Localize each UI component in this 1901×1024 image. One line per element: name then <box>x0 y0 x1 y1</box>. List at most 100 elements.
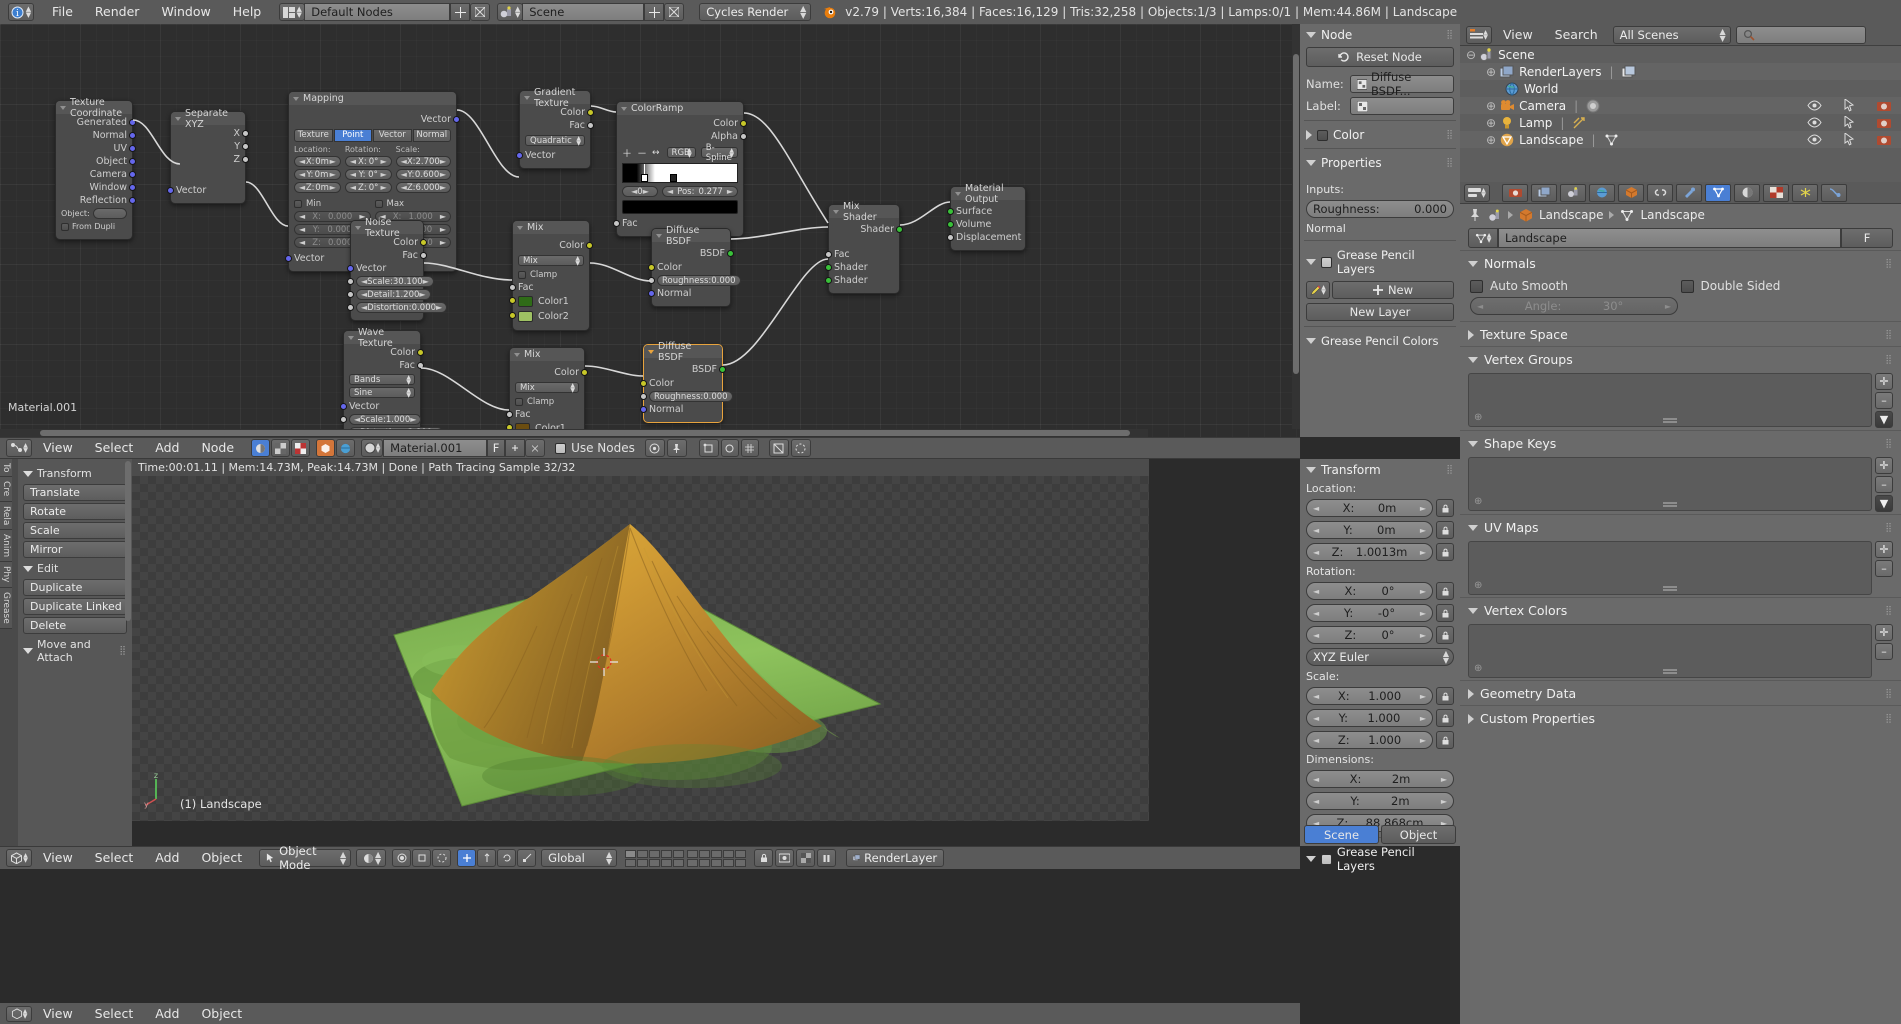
breadcrumb-data-label[interactable]: Landscape <box>1640 208 1704 222</box>
node-header[interactable]: ColorRamp <box>617 102 743 115</box>
lamp-data-icon[interactable] <box>1572 116 1587 130</box>
add-stop-icon[interactable]: ＋ <box>622 145 632 160</box>
scene-datablock-icon[interactable]: ▲ ▼ <box>497 3 524 21</box>
gp-new-button[interactable]: New <box>1332 281 1454 299</box>
expand-plus-icon[interactable]: ⊕ <box>1486 99 1496 113</box>
blend-mode-dropdown[interactable]: Mix ▲ ▼ <box>518 255 584 266</box>
scale-z-field[interactable]: ◄ Z: 1.000 ► <box>1306 731 1433 749</box>
add-uv-map-button[interactable]: ✛ <box>1875 541 1893 558</box>
render-layer-dropdown[interactable]: RenderLayer <box>846 849 945 867</box>
material-datablock-icon[interactable]: ▲ ▼ <box>361 439 384 457</box>
gp-layers-checkbox[interactable] <box>1321 853 1332 865</box>
duplicate-button[interactable]: Duplicate <box>23 579 127 596</box>
new-layout-button[interactable] <box>450 3 471 21</box>
lock-rotation-x-icon[interactable] <box>1436 582 1454 600</box>
tab-point[interactable]: Point <box>333 129 372 142</box>
object-shading-icon[interactable] <box>316 439 336 457</box>
manipulator-rotate-icon[interactable] <box>497 849 517 867</box>
bottom-menu-add[interactable]: Add <box>144 1003 190 1024</box>
unlink-material-button[interactable] <box>525 439 546 457</box>
lock-rotation-y-icon[interactable] <box>1436 604 1454 622</box>
tab-texture[interactable] <box>1763 183 1789 202</box>
uv-maps-section-header[interactable]: UV Maps ⣿ <box>1460 514 1901 539</box>
socket-surface-in[interactable] <box>947 208 954 215</box>
lock-view-icon[interactable] <box>754 849 774 867</box>
outliner-search-field[interactable] <box>1735 25 1866 44</box>
detail-field[interactable]: ◄ Detail: 1.200 ► <box>356 289 431 300</box>
outliner-row-renderlayers[interactable]: ⊕ RenderLayers | <box>1460 63 1901 80</box>
mapping-type-tabs[interactable]: Texture Point Vector Normal <box>294 129 451 142</box>
node-material-output[interactable]: Material Output Surface Volume Displacem… <box>947 183 1026 251</box>
flip-ramp-icon[interactable]: ↔ <box>652 148 660 158</box>
node-editor-canvas[interactable]: Texture Coordinate Generated Normal UV O… <box>0 24 1300 437</box>
remove-vertex-color-button[interactable]: – <box>1875 643 1893 660</box>
location-x-field[interactable]: ◄ X: 0m ► <box>1306 499 1433 517</box>
collapse-triangle-icon[interactable] <box>175 116 181 121</box>
collapse-triangle-icon[interactable] <box>833 209 839 214</box>
collapse-triangle-icon[interactable] <box>517 225 523 230</box>
expand-list-icon[interactable]: ⊕ <box>1474 496 1482 507</box>
collapse-triangle-icon[interactable] <box>1468 713 1474 724</box>
location-z-field[interactable]: ◄ Z: 1.0013m ► <box>1306 543 1433 561</box>
menu-render[interactable]: Render <box>84 0 151 24</box>
shader-type-icon[interactable] <box>251 439 271 457</box>
socket-fac-out[interactable] <box>587 122 594 129</box>
expand-plus-icon[interactable]: ⊕ <box>1486 65 1496 79</box>
visibility-eye-icon[interactable] <box>1807 100 1822 111</box>
pause-render-icon[interactable] <box>817 849 837 867</box>
vertex-group-specials-button[interactable]: ▼ <box>1875 411 1893 428</box>
use-nodes-checkbox[interactable] <box>555 442 567 454</box>
expand-plus-icon[interactable]: ⊕ <box>1486 133 1496 147</box>
scale-y-field[interactable]: ◄ Y: 0.600 ► <box>395 169 451 180</box>
lock-scale-z-icon[interactable] <box>1436 731 1454 749</box>
pin-icon[interactable] <box>666 439 687 457</box>
tab-texture[interactable]: Texture <box>294 129 333 142</box>
transform-section-header[interactable]: Transform <box>23 467 127 480</box>
node-header[interactable]: Gradient Texture <box>520 87 590 109</box>
outliner-menu-search[interactable]: Search <box>1544 23 1609 47</box>
outliner-display-mode-dropdown[interactable]: All Scenes ▲ ▼ <box>1612 25 1731 44</box>
lock-rotation-z-icon[interactable] <box>1436 626 1454 644</box>
color1-swatch[interactable] <box>518 296 533 307</box>
panel-grip-icon[interactable]: ⣿ <box>1885 259 1893 269</box>
view3d-editor-type-icon[interactable]: ▲ ▼ <box>6 849 32 867</box>
visibility-eye-icon[interactable] <box>1807 134 1822 145</box>
node-editor-type-icon[interactable]: ▲ ▼ <box>6 439 32 457</box>
tab-create[interactable]: Cre <box>0 477 12 502</box>
breadcrumb-object-label[interactable]: Landscape <box>1539 208 1603 222</box>
resize-grip-icon[interactable] <box>1663 669 1677 671</box>
tab-grease-pencil[interactable]: Grease <box>0 587 12 629</box>
tab-relations[interactable]: Rela <box>0 501 12 531</box>
color-ramp-gradient[interactable] <box>622 163 738 183</box>
texture-paint-icon[interactable] <box>796 849 816 867</box>
shape-keys-list[interactable]: ⊕ <box>1468 457 1872 511</box>
shape-key-specials-button[interactable]: ▼ <box>1875 495 1893 512</box>
auto-smooth-checkbox[interactable] <box>1470 279 1483 293</box>
gp-layers-header[interactable]: Grease Pencil Layers <box>1300 841 1460 876</box>
gp-scene-tab[interactable]: Scene <box>1304 825 1379 844</box>
rotation-z-field[interactable]: ◄ Z: 0° ► <box>344 182 392 193</box>
proportional-icon[interactable] <box>790 439 811 457</box>
socket-camera[interactable] <box>129 171 136 178</box>
color-enable-checkbox[interactable] <box>1317 129 1328 141</box>
socket-roughness-in[interactable] <box>648 277 655 284</box>
node-separate-xyz[interactable]: Separate XYZ X Y Z Vector <box>167 108 249 204</box>
manipulator-scale-icon[interactable] <box>517 849 537 867</box>
socket-object[interactable] <box>129 158 136 165</box>
renderable-camera-icon[interactable] <box>1877 117 1891 129</box>
node-header[interactable]: Mapping <box>289 92 456 105</box>
outliner-row-landscape[interactable]: ⊕ Landscape | <box>1460 131 1901 148</box>
panel-grip-icon[interactable]: ⣿ <box>1446 465 1454 475</box>
socket-y[interactable] <box>242 143 249 150</box>
node-mix-2[interactable]: Mix Color Mix▲▼ Clamp Fac Color1 Color2 <box>506 347 588 437</box>
mesh-data-icon[interactable] <box>1604 133 1619 147</box>
socket-scale-in[interactable] <box>340 416 347 423</box>
grease-pencil-colors-header[interactable]: Grease Pencil Colors <box>1300 330 1460 351</box>
scale-field[interactable]: ◄ Scale: 1.000 ► <box>349 414 422 425</box>
snap-icon[interactable] <box>698 439 719 457</box>
socket-fac-out[interactable] <box>420 252 427 259</box>
tab-normal[interactable]: Normal <box>412 129 451 142</box>
rotate-button[interactable]: Rotate <box>23 503 127 520</box>
node-menu-view[interactable]: View <box>32 436 84 460</box>
socket-uv[interactable] <box>129 145 136 152</box>
